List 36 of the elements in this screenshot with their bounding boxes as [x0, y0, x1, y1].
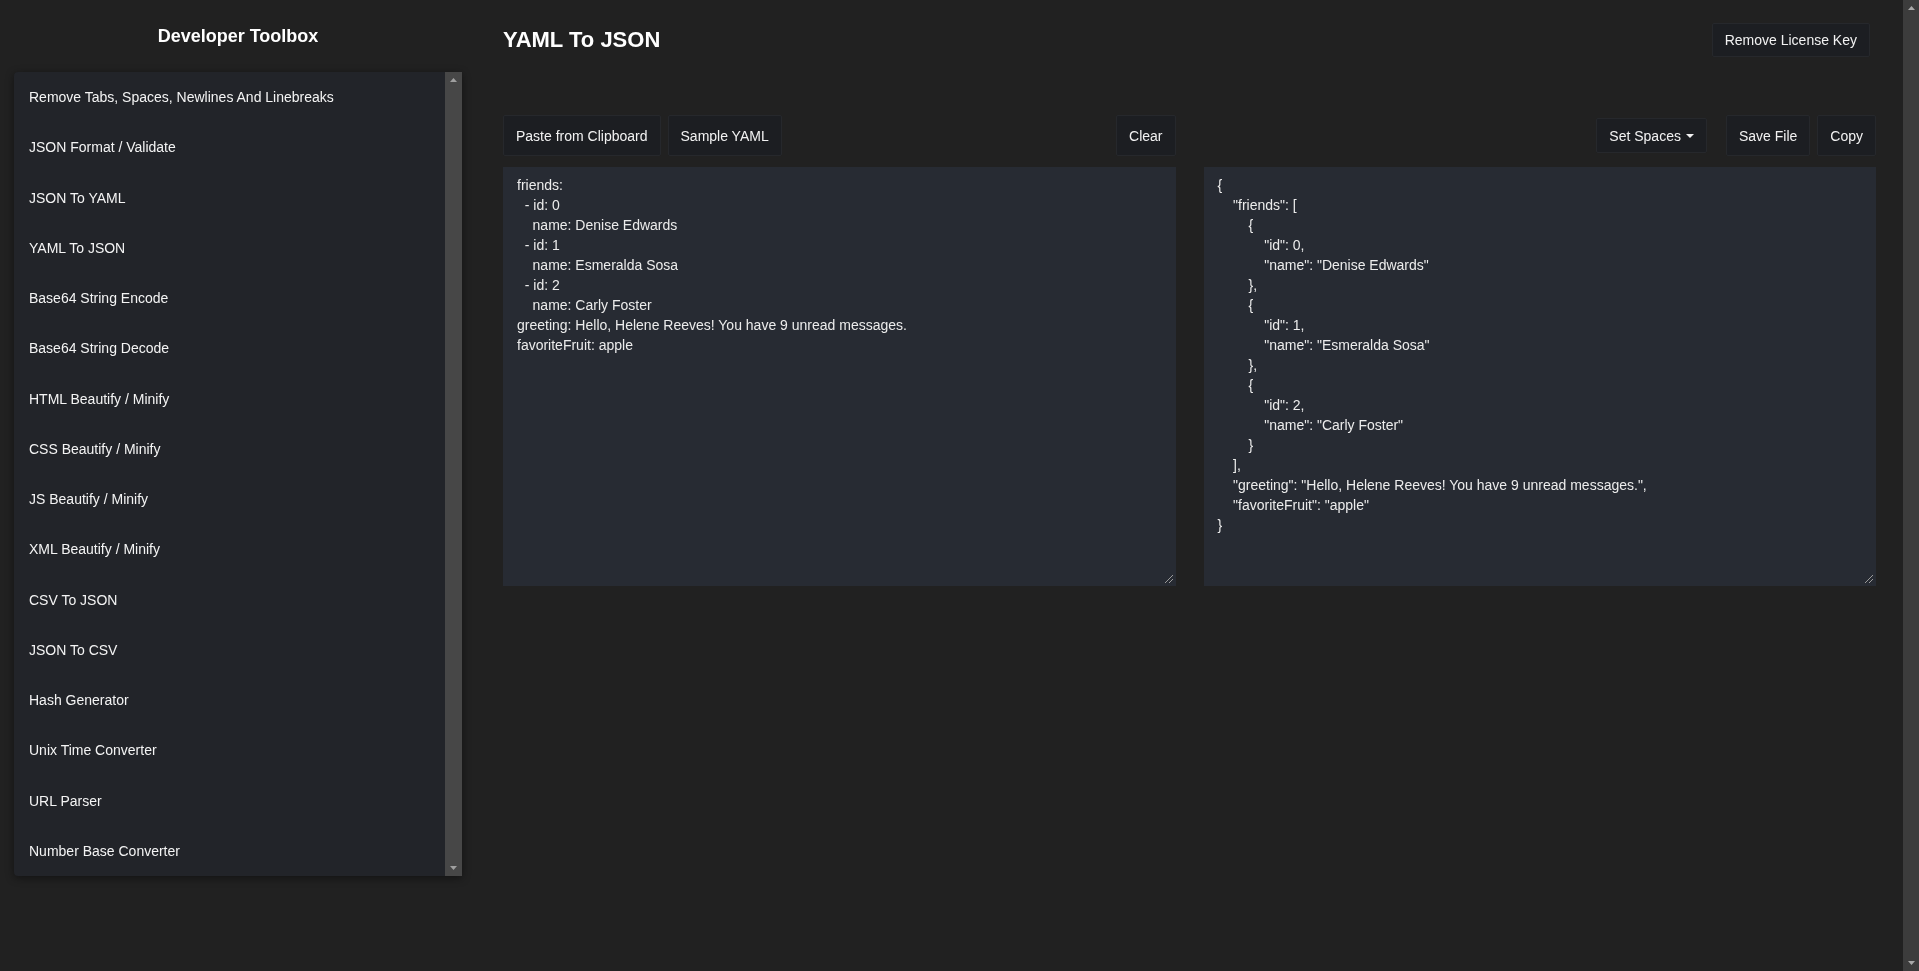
toolbar-button[interactable]: Save File: [1725, 115, 1811, 156]
caret-icon: [1685, 133, 1694, 138]
tool-link[interactable]: Remove Tabs, Spaces, Newlines And Linebreaks: [14, 72, 445, 123]
toolbar-button[interactable]: Paste from Clipboard: [503, 115, 661, 156]
tool-link[interactable]: Base64 String Encode: [14, 273, 445, 324]
down-triangle-icon[interactable]: [450, 866, 457, 870]
tool-link[interactable]: Base64 String Decode: [14, 323, 445, 374]
clear-button[interactable]: Clear: [1116, 115, 1176, 156]
tool-link[interactable]: XML Beautify / Minify: [14, 524, 445, 575]
tool-link[interactable]: Hash Generator: [14, 675, 445, 726]
resize-grip-icon[interactable]: [1164, 575, 1173, 583]
down-triangle-icon[interactable]: [1907, 961, 1915, 965]
tool-link[interactable]: URL Parser: [14, 775, 445, 826]
resize-grip-icon[interactable]: [1865, 575, 1873, 583]
tool-link[interactable]: JSON To YAML: [14, 172, 445, 223]
up-triangle-icon[interactable]: [1907, 6, 1915, 10]
sidebar-title: Developer Toolbox: [156, 24, 320, 48]
toolbar-button[interactable]: Copy: [1817, 115, 1876, 156]
yaml-input-field[interactable]: friends: - id: 0 name: Denise Edwards - id: 1 name: Esmeralda Sosa - id: 2 name: Carly Foster greeting: Hello, Helene Reeves! You have 9 unread messages. favoriteFruit: apple: [503, 167, 1176, 586]
page-title: YAML To JSON: [503, 27, 661, 53]
toolbar-button[interactable]: Sample YAML: [667, 115, 782, 156]
remove-license-key-button[interactable]: Remove License Key: [1711, 23, 1870, 57]
tool-link[interactable]: YAML To JSON: [14, 222, 445, 273]
tool-link[interactable]: Number Base Converter: [14, 825, 445, 876]
tool-link[interactable]: JSON To CSV: [14, 624, 445, 675]
set-spaces-dropdown[interactable]: Set Spaces: [1596, 118, 1707, 153]
page-scrollbar[interactable]: [1903, 0, 1919, 971]
up-triangle-icon[interactable]: [450, 78, 457, 82]
json-output-field[interactable]: { "friends": [ { "id": 0, "name": "Denise Edwards" }, { "id": 1, "name": "Esmeralda Sosa" }, { "id": 2, "name": "Carly Foster" } ], "greeting": "Hello, Helene Reeves! You have 9 unread messages.", "favoriteFruit": "apple" }: [1203, 167, 1876, 586]
tool-link[interactable]: JS Beautify / Minify: [14, 474, 445, 525]
tool-link[interactable]: Unix Time Converter: [14, 725, 445, 776]
tool-link[interactable]: JSON Format / Validate: [14, 122, 445, 173]
list-scrollbar[interactable]: [445, 72, 462, 876]
tool-link[interactable]: HTML Beautify / Minify: [14, 373, 445, 424]
tool-link[interactable]: CSV To JSON: [14, 574, 445, 625]
tool-link[interactable]: CSS Beautify / Minify: [14, 423, 445, 474]
